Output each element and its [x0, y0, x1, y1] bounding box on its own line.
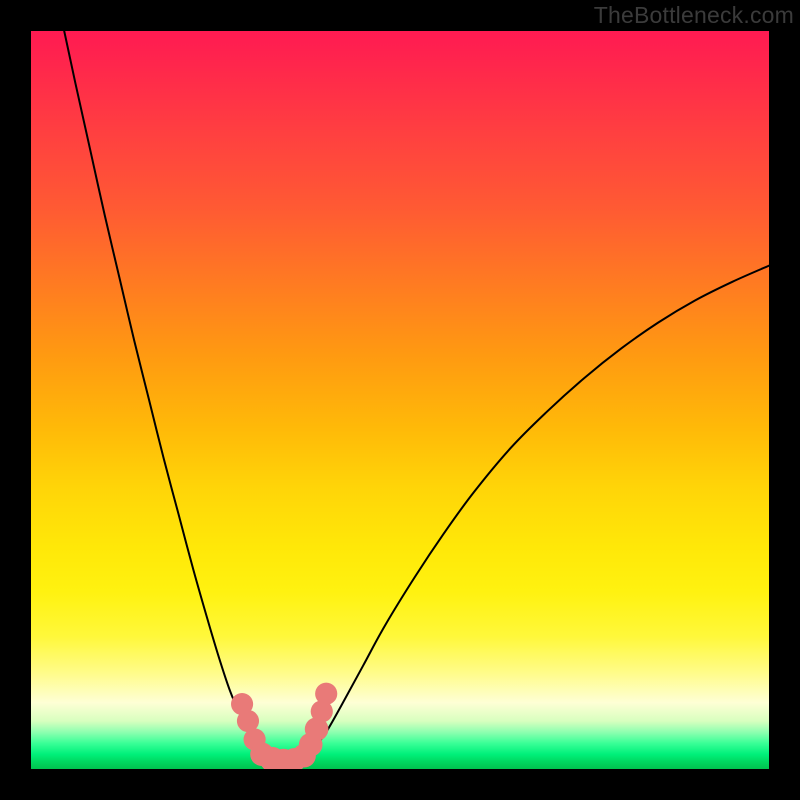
plot-area — [31, 31, 769, 769]
valley-dot — [315, 683, 337, 705]
valley-marker-dots — [231, 683, 337, 769]
bottleneck-curve — [31, 31, 769, 769]
curve-right-arm — [304, 266, 769, 758]
chart-frame: TheBottleneck.com — [0, 0, 800, 800]
watermark-text: TheBottleneck.com — [594, 2, 794, 29]
curve-left-arm — [64, 31, 267, 758]
curve-path-group — [64, 31, 769, 761]
